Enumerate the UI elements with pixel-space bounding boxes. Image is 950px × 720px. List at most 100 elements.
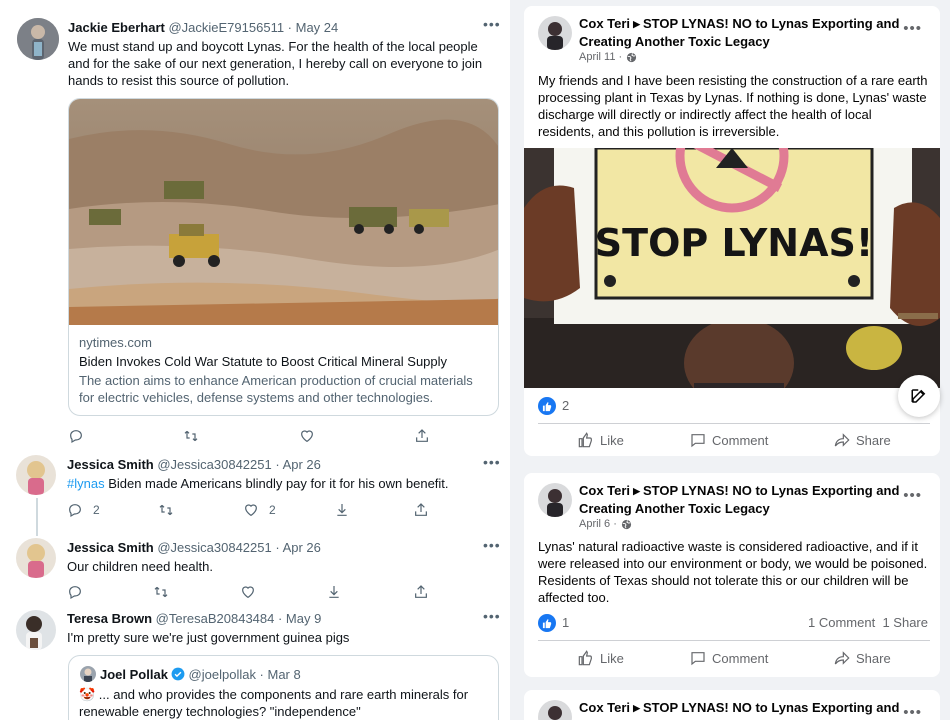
more-icon[interactable]: ••• [483,608,501,624]
reply-count: 2 [93,503,100,517]
like-reaction-icon [538,614,556,632]
reply-button[interactable] [68,428,84,444]
fb-post: Cox Teri ▶ STOP LYNAS! NO to Lynas Exporti… [524,473,940,677]
share-icon [415,585,427,598]
post-photo[interactable]: STOP LYNAS! [524,148,940,388]
reply-icon [69,504,81,518]
caret-right-icon: ▶ [633,19,640,29]
avatar[interactable] [16,610,56,650]
like-count[interactable]: 1 [562,615,569,630]
author-name[interactable]: Cox Teri [579,700,630,715]
thumbs-up-icon [578,650,592,666]
comment-button[interactable]: Comment [690,650,768,666]
more-options-icon[interactable]: ••• [903,20,922,37]
retweet-button[interactable] [153,584,169,600]
tweet-header: Jackie Eberhart @JackieE79156511 · May 2… [68,20,338,35]
heart-icon [245,504,257,517]
like-count[interactable]: 2 [562,398,569,413]
retweet-button[interactable] [183,428,199,444]
download-button[interactable] [334,502,350,518]
quoted-tweet[interactable]: Joel Pollak @joelpollak · Mar 8 🤡 ... an… [68,655,499,720]
reply-button[interactable]: 2 [67,502,100,518]
more-icon[interactable]: ••• [483,454,501,470]
display-name[interactable]: Jessica Smith [67,540,154,555]
comment-count[interactable]: 1 Comment [808,615,875,630]
post-text: Lynas' natural radioactive waste is cons… [538,539,928,605]
avatar[interactable] [16,538,56,578]
like-button[interactable]: Like [578,432,624,448]
comment-button[interactable]: Comment [690,432,768,448]
avatar[interactable] [538,16,572,50]
fb-post: Cox Teri ▶ STOP LYNAS! NO to Lynas Exporti… [524,6,940,456]
fb-post: Cox Teri ▶ STOP LYNAS! NO to Lynas Exporti… [524,690,940,720]
share-arrow-icon [834,651,850,665]
caret-right-icon: ▶ [633,486,640,496]
author-name[interactable]: Cox Teri [579,483,630,498]
share-button[interactable] [414,428,430,444]
sign-text: STOP LYNAS! [595,221,873,265]
download-button[interactable] [326,584,342,600]
more-icon[interactable]: ••• [483,16,501,32]
tweet-text: #lynas Biden made Americans blindly pay … [67,476,449,491]
thumbs-up-icon [578,432,592,448]
tweet-header: Teresa Brown @TeresaB20843484 · May 9 [67,611,321,626]
thread-line [36,498,38,536]
globe-icon [627,52,637,62]
hashtag-link[interactable]: #lynas [67,476,105,491]
share-count[interactable]: 1 Share [882,615,928,630]
display-name: Joel Pollak [100,667,168,682]
display-name[interactable]: Jackie Eberhart [68,20,165,35]
avatar [80,666,96,682]
share-button[interactable] [413,502,429,518]
more-icon[interactable]: ••• [483,537,501,553]
avatar[interactable] [538,700,572,720]
clown-emoji: 🤡 [79,687,96,702]
like-button[interactable] [240,584,256,600]
display-name[interactable]: Teresa Brown [67,611,152,626]
like-reaction-icon [538,397,556,415]
share-button[interactable] [413,584,429,600]
link-card[interactable]: nytimes.com Biden Invokes Cold War Statu… [68,98,499,416]
post-title: Cox Teri ▶ STOP LYNAS! NO to Lynas Exporti… [579,699,909,717]
retweet-icon [184,430,198,442]
share-button[interactable]: Share [834,650,891,666]
handle-date: @JackieE79156511 · May 24 [168,20,339,35]
share-icon [416,429,428,442]
like-button[interactable]: Like [578,650,624,666]
like-button[interactable] [299,428,315,444]
verified-icon [171,667,185,681]
more-options-icon[interactable]: ••• [903,487,922,504]
post-stats: 1 Comment 1 Share [808,615,928,630]
avatar[interactable] [538,483,572,517]
retweet-icon [159,504,173,516]
avatar[interactable] [17,18,59,60]
share-icon [415,503,427,516]
quote-text: 🤡 ... and who provides the components an… [79,687,469,719]
tweet-text: Our children need health. [67,559,213,574]
more-options-icon[interactable]: ••• [903,704,922,720]
avatar[interactable] [16,455,56,495]
compose-button[interactable] [898,375,940,417]
comment-icon [691,652,705,666]
divider [538,423,930,424]
link-card-image [69,99,498,325]
like-button[interactable]: 2 [243,502,276,518]
link-description: The action aims to enhance American prod… [79,373,473,405]
share-button[interactable]: Share [834,432,891,448]
display-name[interactable]: Jessica Smith [67,457,154,472]
comment-icon [691,434,705,448]
reply-button[interactable] [67,584,83,600]
author-name[interactable]: Cox Teri [579,16,630,31]
link-domain: nytimes.com [79,335,152,350]
handle-date: @Jessica30842251 · Apr 26 [157,540,321,555]
post-date: April 6 · [579,518,632,530]
caret-right-icon: ▶ [633,703,640,713]
download-icon [329,586,339,598]
divider [538,640,930,641]
heart-icon [242,586,254,599]
retweet-button[interactable] [158,502,174,518]
group-name[interactable]: STOP LYNAS! NO to Lynas Exporting and [643,700,899,715]
post-title: Cox Teri ▶ STOP LYNAS! NO to Lynas Exporti… [579,482,909,517]
facebook-feed: Cox Teri ▶ STOP LYNAS! NO to Lynas Exporti… [510,0,950,720]
reply-icon [70,430,82,444]
